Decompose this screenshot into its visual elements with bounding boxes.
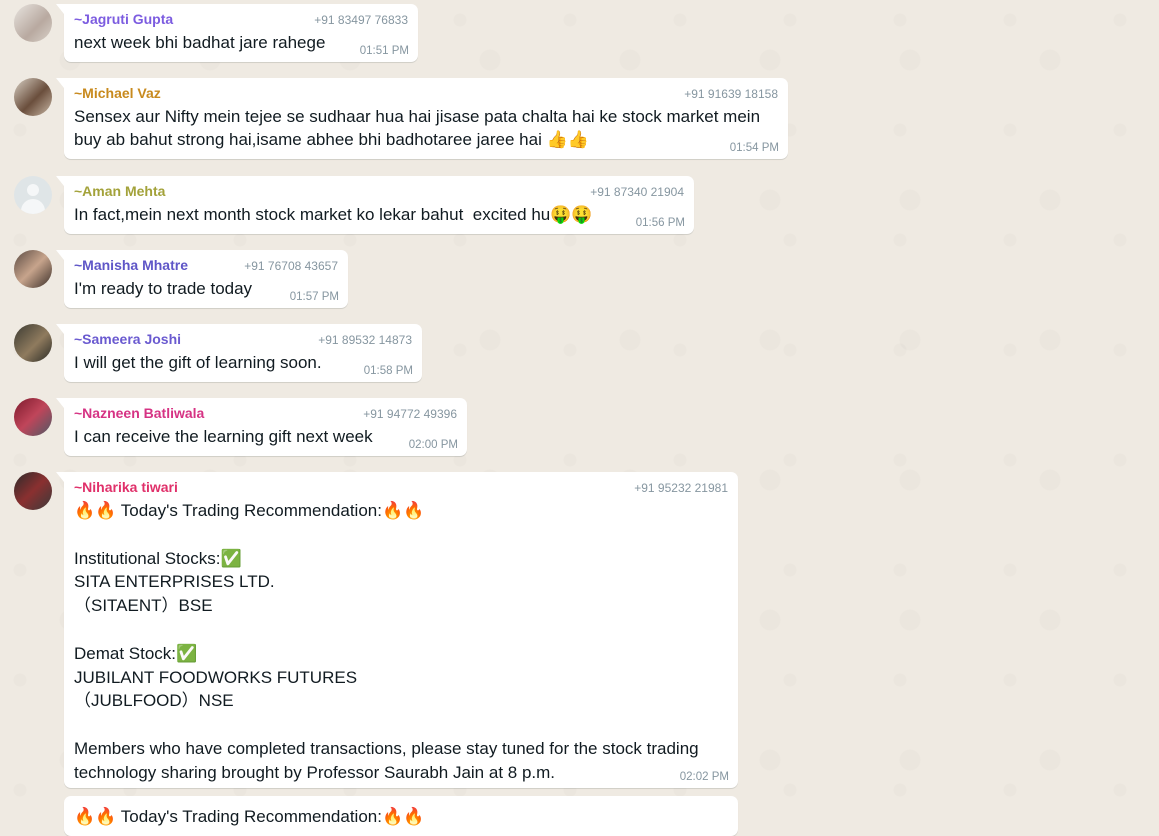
message-bubble[interactable]: ~Jagruti Gupta +91 83497 76833 next week… <box>56 4 418 62</box>
message-text: I will get the gift of learning soon. <box>74 353 322 372</box>
sender-phone: +91 87340 21904 <box>590 185 684 199</box>
message-bubble[interactable]: ~Aman Mehta +91 87340 21904 In fact,mein… <box>56 176 694 234</box>
message-time: 01:57 PM <box>289 291 339 303</box>
message-time: 01:51 PM <box>359 45 409 57</box>
sender-name[interactable]: ~Niharika tiwari <box>74 479 178 495</box>
message-text: Sensex aur Nifty mein tejee se sudhaar h… <box>74 107 761 149</box>
avatar[interactable] <box>14 4 52 42</box>
message-text: next week bhi badhat jare rahege <box>74 33 326 52</box>
message-text: 🔥🔥 Today's Trading Recommendation:🔥🔥 Ins… <box>74 501 699 782</box>
message-bubble[interactable]: ~Michael Vaz +91 91639 18158 Sensex aur … <box>56 78 788 159</box>
sender-phone: +91 91639 18158 <box>684 87 778 101</box>
message-bubble[interactable]: ~Sameera Joshi +91 89532 14873 I will ge… <box>56 324 422 382</box>
sender-name[interactable]: ~Nazneen Batliwala <box>74 405 204 421</box>
message-time: 02:02 PM <box>679 771 729 783</box>
message-text: 🔥🔥 Today's Trading Recommendation:🔥🔥 <box>74 807 425 826</box>
sender-phone: +91 83497 76833 <box>314 13 408 27</box>
sender-phone: +91 94772 49396 <box>363 407 457 421</box>
avatar[interactable] <box>14 176 52 214</box>
message-text: I can receive the learning gift next wee… <box>74 427 373 446</box>
sender-phone: +91 76708 43657 <box>244 259 338 273</box>
message-bubble[interactable]: 🔥🔥 Today's Trading Recommendation:🔥🔥 <box>64 796 738 836</box>
sender-phone: +91 95232 21981 <box>634 481 728 495</box>
message-time: 02:00 PM <box>408 439 458 451</box>
message-bubble[interactable]: ~Manisha Mhatre +91 76708 43657 I'm read… <box>56 250 348 308</box>
avatar[interactable] <box>14 472 52 510</box>
sender-name[interactable]: ~Manisha Mhatre <box>74 257 188 273</box>
message-time: 01:54 PM <box>729 142 779 154</box>
message-bubble[interactable]: ~Nazneen Batliwala +91 94772 49396 I can… <box>56 398 467 456</box>
message-text: In fact,mein next month stock market ko … <box>74 205 593 224</box>
sender-phone: +91 89532 14873 <box>318 333 412 347</box>
message-bubble[interactable]: ~Niharika tiwari +91 95232 21981 🔥🔥 Toda… <box>56 472 738 788</box>
avatar[interactable] <box>14 398 52 436</box>
message-time: 01:58 PM <box>363 365 413 377</box>
sender-name[interactable]: ~Aman Mehta <box>74 183 165 199</box>
message-time: 01:56 PM <box>635 217 685 229</box>
avatar[interactable] <box>14 324 52 362</box>
avatar[interactable] <box>14 78 52 116</box>
sender-name[interactable]: ~Sameera Joshi <box>74 331 181 347</box>
avatar[interactable] <box>14 250 52 288</box>
sender-name[interactable]: ~Jagruti Gupta <box>74 11 173 27</box>
sender-name[interactable]: ~Michael Vaz <box>74 85 161 101</box>
